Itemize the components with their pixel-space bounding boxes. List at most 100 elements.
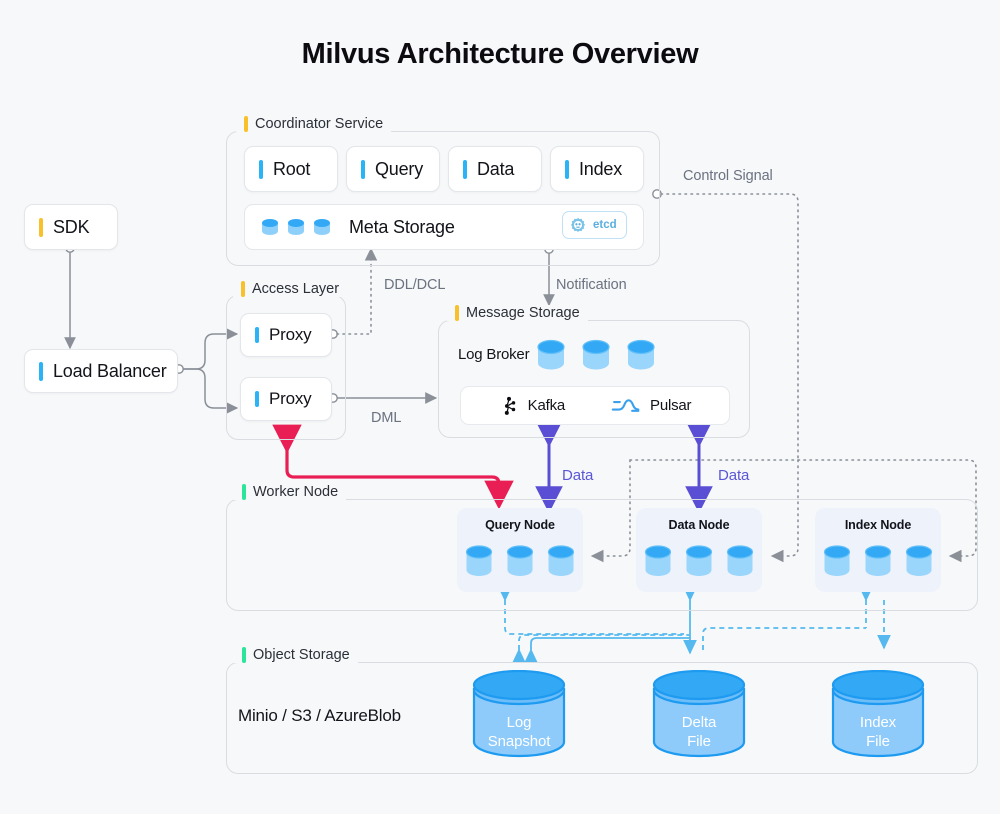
storage-caption-index-file: Index File <box>831 713 925 751</box>
accent-bar-coordinator <box>244 116 248 132</box>
cylinder-icon <box>314 219 330 235</box>
node-title-index: Index Node <box>844 518 912 532</box>
edge-label-data-right: Data <box>718 467 750 484</box>
node-cylinders-data <box>636 540 762 580</box>
card-index-coord[interactable]: Index <box>550 146 644 192</box>
page-title: Milvus Architecture Overview <box>301 38 699 70</box>
node-title-query: Query Node <box>485 518 555 532</box>
card-proxy-1[interactable]: Proxy <box>240 313 332 357</box>
cylinder-icon <box>465 545 493 576</box>
edge-delta-file-bus <box>702 627 866 650</box>
edge-object-to-query-node-b <box>512 634 690 663</box>
meta-storage-label: Meta Storage <box>349 216 455 237</box>
caption-line-2: File <box>687 733 711 750</box>
accent-bar-index <box>565 159 569 179</box>
edge-label-ddl-dcl: DDL/DCL <box>384 277 446 293</box>
accent-bar-root <box>259 159 263 179</box>
card-label-sdk: SDK <box>53 216 90 237</box>
caption-line-1: Log <box>506 714 532 731</box>
broker-pulsar[interactable]: Pulsar <box>611 396 692 416</box>
card-sdk[interactable]: SDK <box>24 204 118 250</box>
object-storage-label-text: Object Storage <box>253 647 350 663</box>
card-query-coord[interactable]: Query <box>346 146 440 192</box>
cylinder-icon <box>685 545 713 576</box>
broker-strip: Kafka Pulsar <box>460 386 730 425</box>
cylinder-icon <box>726 545 754 576</box>
cylinder-icon <box>582 339 610 370</box>
accent-bar-query <box>361 159 365 179</box>
group-label-coordinator-service: Coordinator Service <box>236 116 392 132</box>
caption-line-1: Index <box>859 714 897 731</box>
card-load-balancer[interactable]: Load Balancer <box>24 349 178 393</box>
cylinder-icon <box>644 545 672 576</box>
card-label-root: Root <box>273 158 311 179</box>
caption-line-1: Delta <box>681 714 717 731</box>
coordinator-label-text: Coordinator Service <box>255 116 384 132</box>
pulsar-icon <box>611 398 640 412</box>
etcd-badge[interactable]: etcd <box>562 211 627 239</box>
card-data-coord[interactable]: Data <box>448 146 542 192</box>
cylinder-icon <box>288 219 304 235</box>
accent-bar-message-storage <box>455 305 459 321</box>
worker-node-label-text: Worker Node <box>253 484 339 500</box>
storage-delta-file[interactable]: Delta File <box>652 669 746 760</box>
storage-index-file[interactable]: Index File <box>831 669 925 760</box>
cylinder-icon <box>627 339 655 370</box>
node-title-data: Data Node <box>668 518 730 532</box>
cylinder-icon <box>506 545 534 576</box>
access-layer-label-text: Access Layer <box>252 281 340 297</box>
caption-line-2: File <box>866 733 890 750</box>
log-broker-cylinders <box>534 336 658 374</box>
accent-bar-sdk <box>39 217 43 237</box>
group-label-worker-node: Worker Node <box>234 484 347 500</box>
storage-caption-log-snapshot: Log Snapshot <box>472 713 566 751</box>
accent-bar-proxy-1 <box>255 327 259 343</box>
cylinder-icon <box>905 545 933 576</box>
edge-query-node-solid-branch <box>524 637 690 663</box>
card-label-query: Query <box>375 158 424 179</box>
edge-label-data-left: Data <box>562 467 594 484</box>
group-label-message-storage: Message Storage <box>447 305 588 321</box>
meta-storage-cylinders <box>259 216 333 238</box>
card-label-data: Data <box>477 158 515 179</box>
group-label-access-layer: Access Layer <box>233 281 348 297</box>
storage-caption-delta-file: Delta File <box>652 713 746 751</box>
node-cylinders-index <box>815 540 941 580</box>
accent-bar-access-layer <box>241 281 245 297</box>
accent-bar-worker-node <box>242 484 246 500</box>
edge-label-notification: Notification <box>556 277 627 293</box>
caption-line-2: Snapshot <box>487 733 551 750</box>
group-label-object-storage: Object Storage <box>234 647 358 663</box>
broker-label-kafka: Kafka <box>527 397 566 414</box>
node-query[interactable]: Query Node <box>457 508 583 592</box>
cylinder-icon <box>547 545 575 576</box>
node-cylinders-query <box>457 540 583 580</box>
card-proxy-2[interactable]: Proxy <box>240 377 332 421</box>
broker-kafka[interactable]: Kafka <box>499 396 565 416</box>
card-label-proxy-2: Proxy <box>269 389 312 408</box>
edge-label-dml: DML <box>371 410 402 426</box>
cylinder-icon <box>262 219 278 235</box>
cylinder-icon <box>823 545 851 576</box>
cylinder-icon <box>864 545 892 576</box>
accent-bar-load-balancer <box>39 361 43 381</box>
broker-label-pulsar: Pulsar <box>650 397 692 414</box>
card-label-index: Index <box>579 158 623 179</box>
cylinder-icon <box>537 339 565 370</box>
accent-bar-object-storage <box>242 647 246 663</box>
log-broker-label: Log Broker <box>458 346 530 363</box>
accent-bar-proxy-2 <box>255 391 259 407</box>
kafka-icon <box>504 396 515 415</box>
etcd-badge-label: etcd <box>593 219 617 231</box>
etcd-gopher-icon <box>571 217 585 232</box>
storage-log-snapshot[interactable]: Log Snapshot <box>472 669 566 760</box>
card-label-proxy-1: Proxy <box>269 325 312 344</box>
card-root-coord[interactable]: Root <box>244 146 338 192</box>
node-index[interactable]: Index Node <box>815 508 941 592</box>
edge-label-control-signal: Control Signal <box>683 168 773 184</box>
object-storage-providers: Minio / S3 / AzureBlob <box>238 706 401 725</box>
card-label-load-balancer: Load Balancer <box>53 360 167 381</box>
accent-bar-data <box>463 159 467 179</box>
message-storage-label-text: Message Storage <box>466 305 580 321</box>
node-data[interactable]: Data Node <box>636 508 762 592</box>
